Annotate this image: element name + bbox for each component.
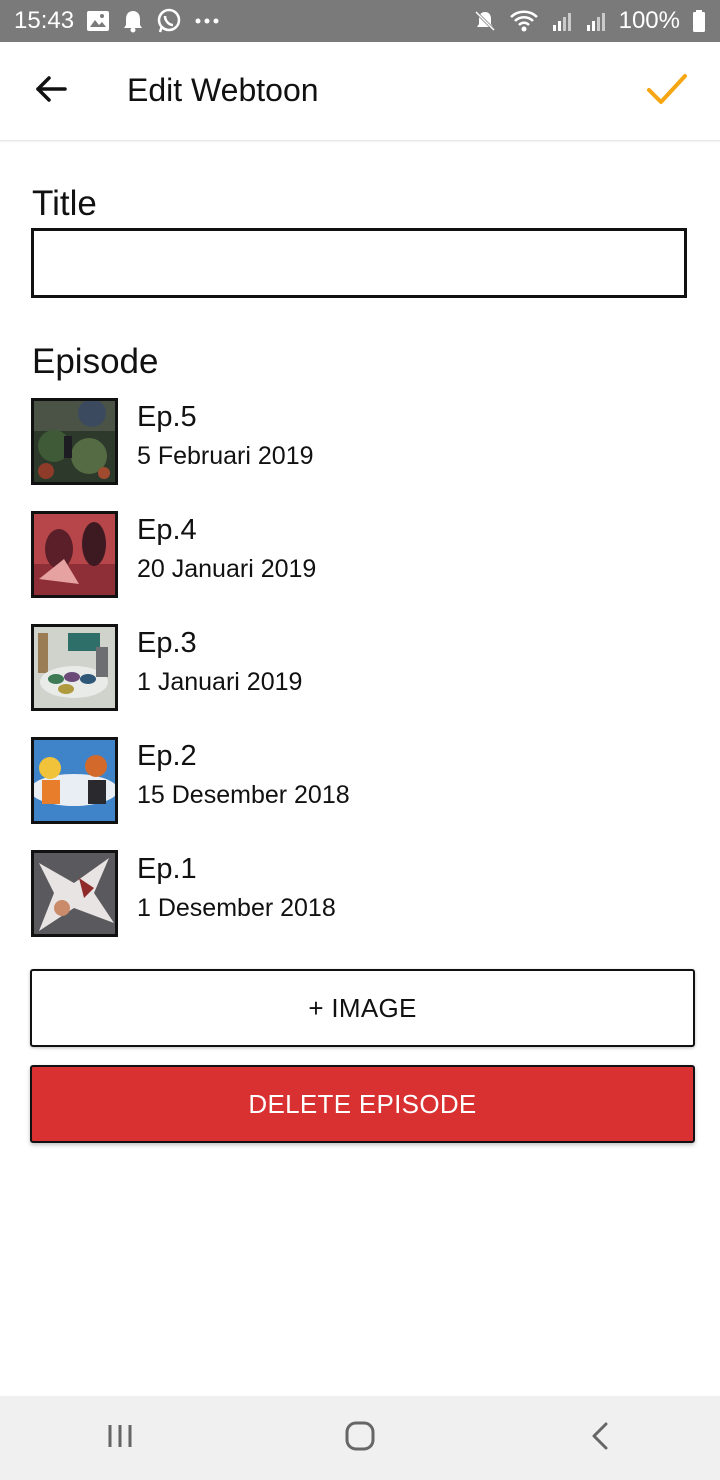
save-button[interactable] bbox=[640, 64, 694, 118]
status-bar-left: 15:43 bbox=[14, 7, 220, 35]
episode-date: 15 Desember 2018 bbox=[137, 781, 350, 809]
system-back-button[interactable] bbox=[560, 1396, 640, 1480]
episode-thumbnail bbox=[31, 398, 118, 485]
episode-item[interactable]: Ep.3 1 Januari 2019 bbox=[31, 624, 691, 737]
episode-date: 1 Desember 2018 bbox=[137, 894, 336, 922]
back-button[interactable] bbox=[24, 64, 78, 118]
episode-date: 1 Januari 2019 bbox=[137, 668, 303, 696]
signal-icon bbox=[551, 10, 573, 32]
episode-item[interactable]: Ep.5 5 Februari 2019 bbox=[31, 398, 691, 511]
title-label: Title bbox=[32, 184, 97, 223]
add-image-button[interactable]: + IMAGE bbox=[30, 969, 695, 1047]
episode-title: Ep.3 bbox=[137, 627, 197, 659]
system-nav-bar bbox=[0, 1396, 720, 1480]
delete-episode-button[interactable]: DELETE EPISODE bbox=[30, 1065, 695, 1143]
bell-icon bbox=[122, 9, 144, 33]
episode-date: 20 Januari 2019 bbox=[137, 555, 317, 583]
episode-thumbnail bbox=[31, 737, 118, 824]
episode-label: Episode bbox=[32, 342, 159, 381]
battery-icon bbox=[692, 9, 706, 33]
title-input[interactable] bbox=[31, 228, 687, 298]
episode-title: Ep.1 bbox=[137, 853, 197, 885]
episode-date: 5 Februari 2019 bbox=[137, 442, 314, 470]
arrow-left-icon bbox=[35, 75, 67, 108]
status-time: 15:43 bbox=[14, 7, 75, 34]
episode-thumbnail bbox=[31, 850, 118, 937]
wifi-icon bbox=[509, 9, 539, 33]
episode-thumbnail bbox=[31, 624, 118, 711]
recent-apps-button[interactable] bbox=[80, 1396, 160, 1480]
whatsapp-icon bbox=[156, 8, 182, 34]
episode-item[interactable]: Ep.2 15 Desember 2018 bbox=[31, 737, 691, 850]
episode-title: Ep.4 bbox=[137, 514, 197, 546]
status-bar: 15:43 100% bbox=[0, 0, 720, 42]
episode-item[interactable]: Ep.4 20 Januari 2019 bbox=[31, 511, 691, 624]
home-icon bbox=[344, 1420, 376, 1457]
check-icon bbox=[646, 73, 688, 110]
recent-apps-icon bbox=[106, 1423, 134, 1454]
back-icon bbox=[590, 1421, 610, 1456]
more-dots-icon bbox=[194, 17, 220, 25]
status-bar-right: 100% bbox=[473, 7, 706, 35]
episode-list: Ep.5 5 Februari 2019 Ep.4 20 Januari 201… bbox=[31, 398, 691, 963]
mute-icon bbox=[473, 9, 497, 33]
page-title: Edit Webtoon bbox=[127, 72, 319, 108]
gallery-icon bbox=[86, 10, 110, 32]
signal-icon bbox=[585, 10, 607, 32]
episode-title: Ep.2 bbox=[137, 740, 197, 772]
home-button[interactable] bbox=[320, 1396, 400, 1480]
battery-percent: 100% bbox=[618, 7, 680, 34]
episode-title: Ep.5 bbox=[137, 401, 197, 433]
episode-item[interactable]: Ep.1 1 Desember 2018 bbox=[31, 850, 691, 963]
app-bar: Edit Webtoon bbox=[0, 42, 720, 141]
episode-thumbnail bbox=[31, 511, 118, 598]
